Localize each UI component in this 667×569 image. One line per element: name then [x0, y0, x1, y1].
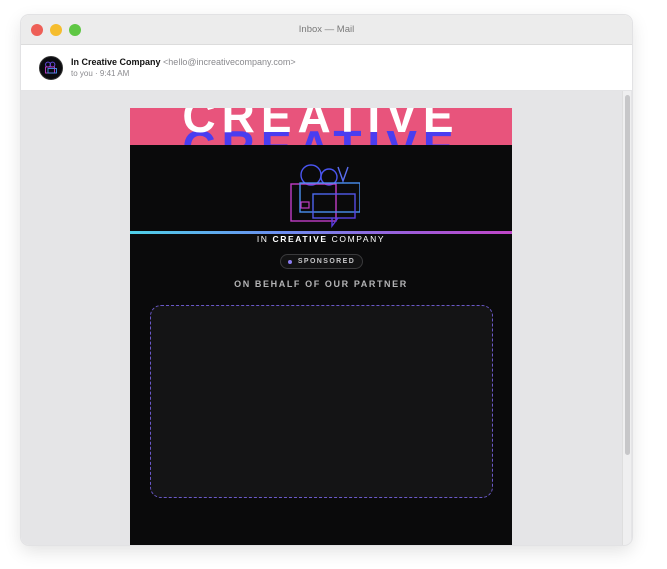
ad-placeholder[interactable]	[150, 305, 493, 498]
email-content: CREATIVE CREATIVE	[130, 108, 512, 545]
brand-prefix: IN	[256, 234, 273, 244]
sender-email[interactable]: <hello@increativecompany.com>	[163, 57, 296, 67]
mail-window: Inbox — Mail In Creative Company <hello@…	[21, 15, 632, 545]
minimize-dot-icon[interactable]	[50, 24, 62, 36]
message-body: CREATIVE CREATIVE	[21, 91, 632, 545]
window-title: Inbox — Mail	[298, 24, 355, 35]
sender-name[interactable]: In Creative Company	[71, 57, 161, 67]
message-header: In Creative Company <hello@increativecom…	[21, 45, 632, 91]
window-controls	[31, 24, 81, 36]
close-dot-icon[interactable]	[31, 24, 43, 36]
scrollbar[interactable]	[622, 91, 631, 545]
sender-block: In Creative Company <hello@increativecom…	[71, 57, 296, 78]
gradient-divider	[130, 231, 512, 234]
brand-suffix: COMPANY	[327, 234, 386, 244]
hero-banner: CREATIVE CREATIVE	[130, 108, 512, 145]
badge-label: SPONSORED	[297, 258, 356, 265]
scrollbar-thumb[interactable]	[625, 95, 630, 455]
logo-area: IN CREATIVE COMPANY	[130, 145, 512, 244]
title-bar: Inbox — Mail	[21, 15, 632, 45]
banner-word: CREATIVE	[182, 108, 460, 142]
brand-wordmark: IN CREATIVE COMPANY	[130, 234, 512, 244]
brand-bold: CREATIVE	[272, 234, 328, 244]
sponsored-badge: SPONSORED	[280, 254, 363, 269]
film-camera-logo-icon	[45, 61, 57, 73]
partner-heading: ON BEHALF OF OUR PARTNER	[234, 279, 408, 289]
film-camera-logo-icon	[290, 164, 360, 228]
dot-icon	[287, 259, 292, 264]
zoom-dot-icon[interactable]	[69, 24, 81, 36]
sender-avatar[interactable]	[39, 55, 63, 80]
message-meta: to you · 9:41 AM	[71, 69, 130, 78]
